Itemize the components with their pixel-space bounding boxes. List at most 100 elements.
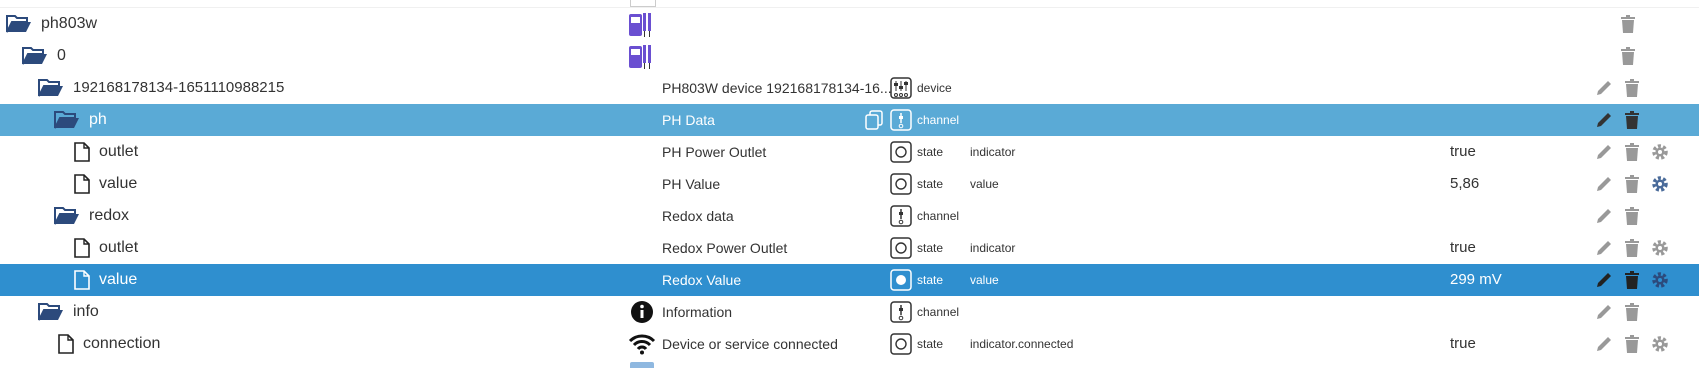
pencil-icon[interactable] — [1592, 332, 1616, 356]
gear-icon[interactable] — [1648, 268, 1672, 292]
object-value[interactable]: true — [1450, 232, 1476, 264]
folder-open-icon[interactable] — [6, 14, 32, 34]
object-name: PH Power Outlet — [662, 144, 767, 160]
tree-row-redox-outlet[interactable]: outlet Redox Power Outlet state indicato… — [0, 232, 1699, 264]
object-subrole: value — [970, 273, 999, 287]
folder-open-icon[interactable] — [54, 110, 80, 130]
trash-icon[interactable] — [1620, 332, 1644, 356]
trash-icon[interactable] — [1620, 108, 1644, 132]
tree-label: value — [99, 175, 138, 192]
tree-node[interactable]: value — [74, 264, 137, 296]
object-role: state — [917, 177, 944, 191]
channel-icon — [890, 301, 912, 323]
pencil-icon[interactable] — [1592, 236, 1616, 260]
row-actions — [1616, 12, 1640, 36]
folder-open-icon[interactable] — [38, 78, 64, 98]
object-name: PH803W device 192168178134-16... — [662, 80, 892, 96]
tree-row-redox[interactable]: redox Redox data channel — [0, 200, 1699, 232]
trash-icon[interactable] — [1616, 12, 1640, 36]
object-name: Device or service connected — [662, 336, 838, 352]
row-actions — [1592, 332, 1672, 356]
tree-node[interactable]: 0 — [22, 40, 66, 72]
row-actions — [1592, 204, 1644, 228]
object-name: Redox Value — [662, 272, 742, 288]
object-name: Redox Power Outlet — [662, 240, 788, 256]
tree-node[interactable]: ph — [54, 104, 107, 136]
device-image-icon — [628, 43, 654, 75]
object-value[interactable]: 5,86 — [1450, 168, 1479, 200]
pencil-icon[interactable] — [1592, 172, 1616, 196]
object-role: state — [917, 273, 944, 287]
folder-open-icon[interactable] — [22, 46, 48, 66]
object-subrole: indicator — [970, 241, 1016, 255]
tree-node[interactable]: ph803w — [6, 8, 97, 40]
pencil-icon[interactable] — [1592, 108, 1616, 132]
row-actions — [1592, 268, 1672, 292]
tree-row-device[interactable]: 192168178134-1651110988215 PH803W device… — [0, 72, 1699, 104]
file-icon — [74, 142, 90, 162]
tree-row-connection[interactable]: connection Device or service connected s… — [0, 328, 1699, 360]
tree-node[interactable]: info — [38, 296, 99, 328]
trash-icon[interactable] — [1616, 44, 1640, 68]
tree-node[interactable]: value — [74, 168, 137, 200]
object-value[interactable]: true — [1450, 136, 1476, 168]
object-value[interactable]: 299 mV — [1450, 264, 1502, 296]
row-actions — [1592, 172, 1672, 196]
pencil-icon[interactable] — [1592, 76, 1616, 100]
tree-row-redox-value[interactable]: value Redox Value state value 299 mV — [0, 264, 1699, 296]
gear-icon[interactable] — [1648, 236, 1672, 260]
trash-icon[interactable] — [1620, 268, 1644, 292]
tree-node[interactable]: redox — [54, 200, 129, 232]
trash-icon[interactable] — [1620, 172, 1644, 196]
tree-row-ph[interactable]: ph PH Data channel — [0, 104, 1699, 136]
file-icon — [74, 174, 90, 194]
object-role: state — [917, 241, 944, 255]
pencil-icon[interactable] — [1592, 140, 1616, 164]
object-value[interactable]: true — [1450, 328, 1476, 360]
object-name: PH Data — [662, 112, 715, 128]
tree-node[interactable]: connection — [58, 328, 160, 360]
tree-row-ph803w[interactable]: ph803w — [0, 8, 1699, 40]
state-icon — [890, 237, 912, 259]
trash-icon[interactable] — [1620, 76, 1644, 100]
channel-icon — [890, 205, 912, 227]
partial-top-row — [0, 0, 1699, 8]
trash-icon[interactable] — [1620, 140, 1644, 164]
tree-node[interactable]: outlet — [74, 136, 138, 168]
gear-icon[interactable] — [1648, 332, 1672, 356]
object-name: Information — [662, 304, 733, 320]
tree-node[interactable]: outlet — [74, 232, 138, 264]
folder-open-icon[interactable] — [54, 206, 80, 226]
trash-icon[interactable] — [1620, 300, 1644, 324]
copy-icon[interactable] — [864, 110, 884, 130]
row-actions — [1592, 236, 1672, 260]
tree-label: ph — [89, 111, 107, 128]
tree-row-info[interactable]: info Information channel — [0, 296, 1699, 328]
tree-row-ph-value[interactable]: value PH Value state value 5,86 — [0, 168, 1699, 200]
row-actions — [1592, 300, 1644, 324]
row-actions — [1592, 140, 1672, 164]
device-icon — [890, 77, 912, 99]
tree-row-0[interactable]: 0 — [0, 40, 1699, 72]
tree-label: outlet — [99, 239, 139, 256]
tree-row-ph-outlet[interactable]: outlet PH Power Outlet state indicator t… — [0, 136, 1699, 168]
gear-icon[interactable] — [1648, 172, 1672, 196]
pencil-icon[interactable] — [1592, 300, 1616, 324]
tree-node[interactable]: 192168178134-1651110988215 — [38, 72, 284, 104]
tree-label: 0 — [57, 47, 66, 64]
pencil-icon[interactable] — [1592, 268, 1616, 292]
gear-icon[interactable] — [1648, 140, 1672, 164]
row-actions — [1616, 44, 1640, 68]
object-subrole: indicator — [970, 145, 1016, 159]
trash-icon[interactable] — [1620, 204, 1644, 228]
tree-label: connection — [83, 335, 161, 352]
pencil-icon[interactable] — [1592, 204, 1616, 228]
folder-open-icon[interactable] — [38, 302, 64, 322]
object-role: channel — [917, 305, 960, 319]
row-actions — [1592, 108, 1644, 132]
tree-label: 192168178134-1651110988215 — [73, 79, 285, 96]
trash-icon[interactable] — [1620, 236, 1644, 260]
wifi-icon — [628, 333, 656, 355]
row-actions — [1592, 76, 1644, 100]
object-subrole: value — [970, 177, 999, 191]
